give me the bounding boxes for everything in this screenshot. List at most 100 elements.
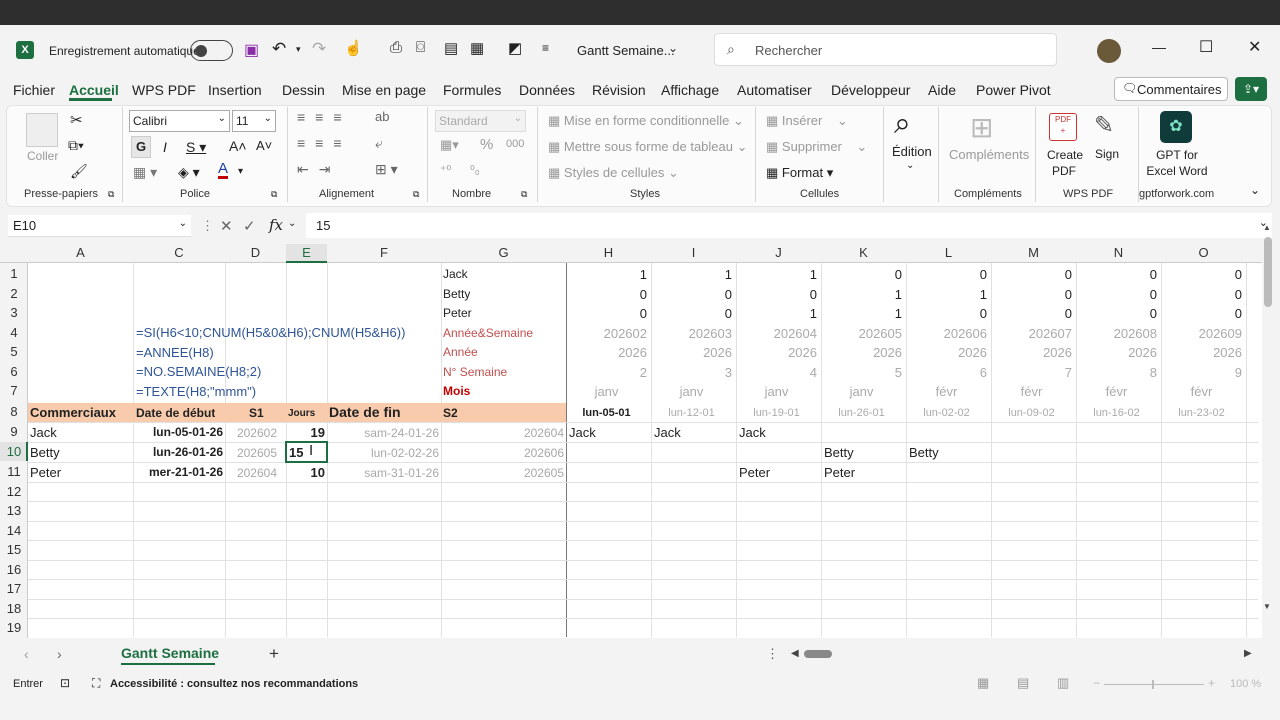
row-header-19[interactable]: 19	[0, 620, 28, 635]
edition-button[interactable]: Édition	[892, 144, 932, 159]
underline-button[interactable]: S ▾	[186, 139, 206, 156]
form-icon[interactable]: ▤	[444, 39, 458, 57]
decrease-decimal-icon[interactable]: ⁰₀	[470, 163, 480, 177]
decrease-font-icon[interactable]: A˅	[256, 138, 272, 153]
zoom-out-icon[interactable]: −	[1093, 676, 1100, 690]
insert-function-icon[interactable]: fx	[269, 216, 283, 234]
label-jack[interactable]: Jack	[443, 267, 468, 281]
undo-icon[interactable]: ↶	[272, 39, 286, 59]
cell-h4[interactable]: 202602	[566, 326, 647, 341]
avatar[interactable]	[1097, 39, 1121, 63]
formula-text-r6[interactable]: =NO.SEMAINE(H8;2)	[136, 364, 261, 379]
cell-n1[interactable]: 0	[1076, 267, 1157, 282]
cell-e11[interactable]: 10	[286, 465, 325, 480]
label-mois[interactable]: Mois	[443, 384, 470, 398]
cond-format-button[interactable]: ▦ Mise en forme conditionnelle ⌄	[548, 113, 744, 129]
tab-mise-en-page[interactable]: Mise en page	[342, 82, 426, 98]
col-header-i[interactable]: I	[651, 245, 736, 263]
cell-d10[interactable]: 202605	[225, 446, 277, 460]
cell-l7[interactable]: févr	[906, 384, 987, 399]
tab-formules[interactable]: Formules	[443, 82, 501, 98]
maximize-icon[interactable]: ☐	[1199, 37, 1213, 57]
cell-j3[interactable]: 1	[736, 306, 817, 321]
cell-l2[interactable]: 1	[906, 287, 987, 302]
cell-d11[interactable]: 202604	[225, 466, 277, 480]
paste-label[interactable]: Coller	[27, 149, 58, 163]
italic-button[interactable]: I	[163, 139, 167, 155]
page-break-icon[interactable]: ▥	[1057, 675, 1069, 691]
label-annee[interactable]: Année	[443, 345, 478, 359]
share-screen-icon[interactable]: ◩	[508, 39, 522, 57]
label-peter[interactable]: Peter	[443, 306, 472, 320]
camera-icon[interactable]: ⌼	[416, 39, 425, 56]
cell-k1[interactable]: 0	[821, 267, 902, 282]
cell-l8[interactable]: lun-02-02	[906, 407, 987, 419]
tab-affichage[interactable]: Affichage	[661, 82, 719, 98]
row-header-4[interactable]: 4	[0, 325, 28, 340]
number-format-select[interactable]: Standard ⌄	[435, 110, 526, 132]
touch-mode-icon[interactable]: ☝	[344, 39, 363, 57]
share-button[interactable]: ⇪▾	[1235, 77, 1267, 101]
tab-wps-pdf[interactable]: WPS PDF	[132, 82, 196, 98]
close-icon[interactable]: ✕	[1248, 37, 1261, 57]
borders-icon[interactable]: ▦	[470, 39, 484, 57]
accessibility-status[interactable]: Accessibilité : consultez nos recommanda…	[110, 678, 358, 690]
col-header-k[interactable]: K	[821, 245, 906, 263]
col-header-e[interactable]: E	[286, 245, 327, 263]
formula-text-r5[interactable]: =ANNEE(H8)	[136, 345, 214, 360]
cell-o2[interactable]: 0	[1161, 287, 1242, 302]
redo-icon[interactable]: ↷	[312, 39, 326, 59]
cell-j8[interactable]: lun-19-01	[736, 407, 817, 419]
row-header-17[interactable]: 17	[0, 581, 28, 596]
tab-dessin[interactable]: Dessin	[282, 82, 325, 98]
col-header-f[interactable]: F	[327, 245, 441, 263]
font-color-icon[interactable]: A	[218, 161, 229, 179]
col-header-m[interactable]: M	[991, 245, 1076, 263]
cell-i8[interactable]: lun-12-01	[651, 407, 732, 419]
insert-cells-button[interactable]: ▦ Insérer ⌄	[766, 113, 848, 129]
cell-n4[interactable]: 202608	[1076, 326, 1157, 341]
row-header-6[interactable]: 6	[0, 364, 28, 379]
cell-n5[interactable]: 2026	[1076, 345, 1157, 360]
percent-icon[interactable]: %	[480, 136, 493, 153]
minimize-icon[interactable]: —	[1152, 39, 1166, 55]
cell-c9[interactable]: lun-05-01-26	[136, 425, 223, 439]
cell-i1[interactable]: 1	[651, 267, 732, 282]
scroll-up-icon[interactable]: ▲	[1263, 223, 1271, 232]
tab-revision[interactable]: Révision	[592, 82, 646, 98]
tab-power-pivot[interactable]: Power Pivot	[976, 82, 1051, 98]
document-title[interactable]: Gantt Semaine...	[577, 43, 675, 58]
cell-j7[interactable]: janv	[736, 384, 817, 399]
label-annee-semaine[interactable]: Année&Semaine	[443, 326, 533, 340]
normal-view-icon[interactable]: ▦	[977, 675, 989, 691]
cell-c10[interactable]: lun-26-01-26	[136, 445, 223, 459]
wrap-text-icon[interactable]: ⤶	[375, 135, 383, 152]
cell-n7[interactable]: févr	[1076, 384, 1157, 399]
col-header-h[interactable]: H	[566, 245, 651, 263]
header-date-debut[interactable]: Date de début	[136, 406, 215, 420]
cell-m2[interactable]: 0	[991, 287, 1072, 302]
cell-n6[interactable]: 8	[1076, 365, 1157, 380]
clipboard-launcher-icon[interactable]: ⧉	[108, 189, 114, 200]
row-header-15[interactable]: 15	[0, 542, 28, 557]
cell-k8[interactable]: lun-26-01	[821, 407, 902, 419]
zoom-slider-handle[interactable]	[1152, 680, 1154, 689]
cancel-entry-icon[interactable]: ✕	[220, 217, 233, 235]
zoom-slider[interactable]	[1104, 684, 1204, 685]
cell-g9[interactable]: 202604	[441, 426, 564, 440]
font-name-select[interactable]: Calibri ⌄	[129, 110, 230, 132]
cell-j2[interactable]: 0	[736, 287, 817, 302]
sheet-next-icon[interactable]: ›	[57, 646, 62, 662]
magnifier-icon[interactable]: ⌕	[894, 107, 911, 141]
label-betty[interactable]: Betty	[443, 287, 470, 301]
cell-l6[interactable]: 6	[906, 365, 987, 380]
cell-h7[interactable]: janv	[566, 384, 647, 399]
sign-icon[interactable]: ✎	[1094, 111, 1114, 140]
increase-decimal-icon[interactable]: ⁺⁰	[440, 163, 451, 177]
cell-a10[interactable]: Betty	[30, 445, 60, 460]
undo-dropdown-icon[interactable]: ▾	[296, 44, 301, 55]
row-header-12[interactable]: 12	[0, 484, 28, 499]
currency-icon[interactable]: ▦▾	[440, 137, 459, 153]
cell-m1[interactable]: 0	[991, 267, 1072, 282]
header-commerciaux[interactable]: Commerciaux	[30, 405, 116, 420]
